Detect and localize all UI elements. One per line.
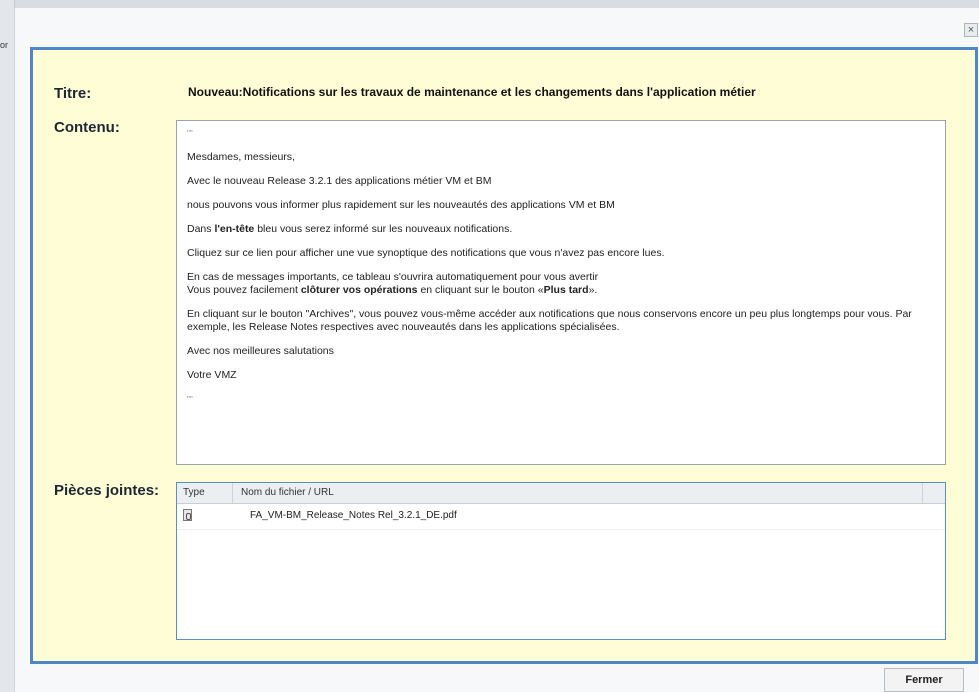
background-edge-text: or (0, 40, 9, 50)
attachment-row[interactable]: FA_VM-BM_Release_Notes Rel_3.2.1_DE.pdf (177, 504, 945, 530)
background-window-edge: or (0, 0, 15, 692)
paragraph-2: nous pouvons vous informer plus rapideme… (187, 199, 615, 211)
header-emphasis: l'en-tête (214, 223, 255, 235)
attachment-link[interactable]: FA_VM-BM_Release_Notes Rel_3.2.1_DE.pdf (233, 504, 457, 529)
column-header-type[interactable]: Type (177, 483, 233, 503)
close-icon[interactable]: × (964, 23, 978, 37)
greeting-text: Mesdames, messieurs, (187, 151, 295, 163)
quote-open: "" (187, 129, 193, 138)
pdf-file-icon (183, 509, 192, 521)
notification-title: Nouveau:Notifications sur les travaux de… (188, 85, 756, 99)
column-header-name[interactable]: Nom du fichier / URL (233, 483, 923, 503)
pieces-label: Pièces jointes: (54, 482, 160, 499)
paragraph-1: Avec le nouveau Release 3.2.1 des applic… (187, 175, 492, 187)
paragraph-7: Avec nos meilleures salutations (187, 345, 334, 357)
notification-dialog: × Titre: Nouveau:Notifications sur les t… (14, 8, 979, 692)
attachments-header: Type Nom du fichier / URL (177, 483, 945, 504)
paragraph-3: Dans l'en-tête bleu vous serez informé s… (187, 223, 513, 235)
quote-close: "" (187, 395, 193, 404)
paragraph-6: En cliquant sur le bouton "Archives", vo… (187, 308, 912, 333)
notification-panel: Titre: Nouveau:Notifications sur les tra… (30, 47, 978, 664)
content-box[interactable]: "" Mesdames, messieurs, Avec le nouveau … (176, 120, 946, 465)
paragraph-4: Cliquez sur ce lien pour afficher une vu… (187, 247, 665, 259)
paragraph-5: En cas de messages importants, ce tablea… (187, 271, 599, 296)
paragraph-8: Votre VMZ (187, 369, 237, 381)
background-top-bar (0, 0, 979, 8)
attachments-grid: Type Nom du fichier / URL FA_VM-BM_Relea… (176, 482, 946, 640)
fermer-button[interactable]: Fermer (884, 668, 964, 692)
titre-label: Titre: (54, 85, 92, 102)
contenu-label: Contenu: (54, 119, 120, 136)
